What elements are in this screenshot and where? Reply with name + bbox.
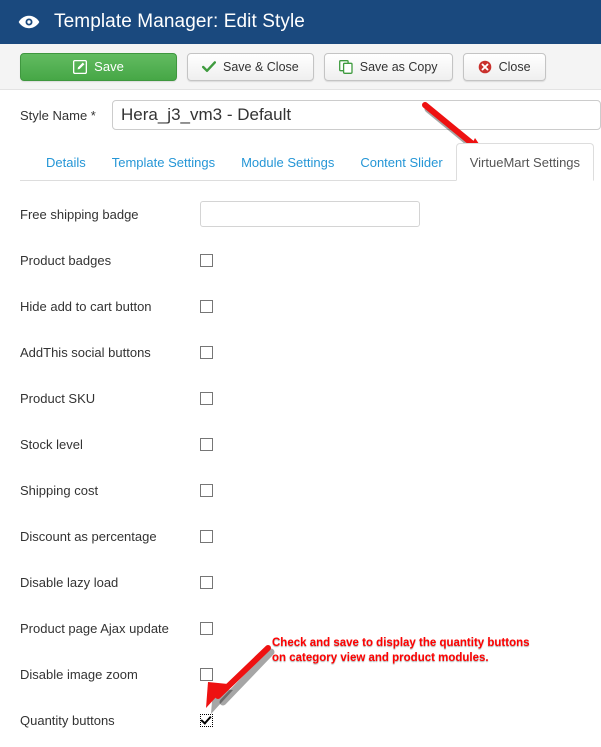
setting-row-product-sku: Product SKU: [0, 375, 601, 421]
save-button-label: Save: [94, 59, 124, 74]
setting-row-hide-add-to-cart-button: Hide add to cart button: [0, 283, 601, 329]
disable-image-zoom-checkbox[interactable]: [200, 667, 213, 681]
free-shipping-badge-label: Free shipping badge: [20, 206, 139, 222]
product-badges-checkbox[interactable]: [200, 253, 213, 267]
close-button[interactable]: Close: [462, 52, 546, 81]
free-shipping-badge-input[interactable]: [200, 201, 420, 227]
stock-level-label: Stock level: [20, 436, 83, 452]
setting-row-free-shipping-badge: Free shipping badge: [0, 191, 601, 237]
discount-as-percentage-checkbox[interactable]: [200, 529, 213, 543]
style-name-input[interactable]: [112, 100, 601, 130]
save-and-close-button-label: Save & Close: [223, 59, 299, 74]
setting-row-quantity-buttons: Quantity buttons: [0, 697, 601, 743]
save-and-close-button[interactable]: Save & Close: [187, 52, 314, 81]
hide-add-to-cart-button-label: Hide add to cart button: [20, 298, 152, 314]
close-button-label: Close: [498, 59, 531, 74]
addthis-social-buttons-label: AddThis social buttons: [20, 344, 151, 360]
page-header: Template Manager: Edit Style: [0, 0, 601, 44]
stock-level-checkbox[interactable]: [200, 437, 213, 451]
setting-row-discount-as-percentage: Discount as percentage: [0, 513, 601, 559]
product-page-ajax-update-label: Product page Ajax update: [20, 620, 169, 636]
style-name-label: Style Name *: [20, 107, 96, 123]
setting-row-disable-lazy-load: Disable lazy load: [0, 559, 601, 605]
addthis-social-buttons-checkbox[interactable]: [200, 345, 213, 359]
setting-row-shipping-cost: Shipping cost: [0, 467, 601, 513]
save-as-copy-button[interactable]: Save as Copy: [323, 52, 453, 81]
tab-module-settings[interactable]: Module Settings: [228, 143, 347, 181]
shipping-cost-checkbox[interactable]: [200, 483, 213, 497]
product-badges-label: Product badges: [20, 252, 112, 268]
save-button[interactable]: Save: [20, 52, 177, 81]
setting-row-stock-level: Stock level: [0, 421, 601, 467]
disable-lazy-load-label: Disable lazy load: [20, 574, 119, 590]
copy-icon: [338, 59, 353, 74]
product-sku-label: Product SKU: [20, 390, 96, 406]
shipping-cost-label: Shipping cost: [20, 482, 99, 498]
style-name-row: Style Name *: [0, 90, 601, 140]
disable-lazy-load-checkbox[interactable]: [200, 575, 213, 589]
page-title: Template Manager: Edit Style: [54, 11, 305, 32]
check-icon: [202, 60, 216, 73]
discount-as-percentage-label: Discount as percentage: [20, 528, 157, 544]
tab-virtuemart-settings[interactable]: VirtueMart Settings: [455, 143, 595, 181]
pencil-square-icon: [73, 59, 88, 74]
product-sku-checkbox[interactable]: [200, 391, 213, 405]
toolbar: Save Save & Close Save as Copy Close: [0, 44, 601, 90]
tab-template-settings[interactable]: Template Settings: [99, 143, 228, 181]
close-circle-icon: [478, 60, 492, 74]
tab-details[interactable]: Details: [33, 143, 99, 181]
save-as-copy-button-label: Save as Copy: [359, 59, 438, 74]
setting-row-product-badges: Product badges: [0, 237, 601, 283]
tab-content-slider[interactable]: Content Slider: [347, 143, 455, 181]
quantity-buttons-checkbox[interactable]: [200, 713, 213, 727]
quantity-buttons-label: Quantity buttons: [20, 712, 115, 728]
hide-add-to-cart-button-checkbox[interactable]: [200, 299, 213, 313]
setting-row-addthis-social-buttons: AddThis social buttons: [0, 329, 601, 375]
tab-bar: Details Template Settings Module Settings C…: [0, 143, 601, 181]
disable-image-zoom-label: Disable image zoom: [20, 666, 138, 682]
eye-icon: [18, 11, 40, 33]
annotation-note: Check and save to display the quantity b…: [272, 637, 530, 664]
product-page-ajax-update-checkbox[interactable]: [200, 621, 213, 635]
